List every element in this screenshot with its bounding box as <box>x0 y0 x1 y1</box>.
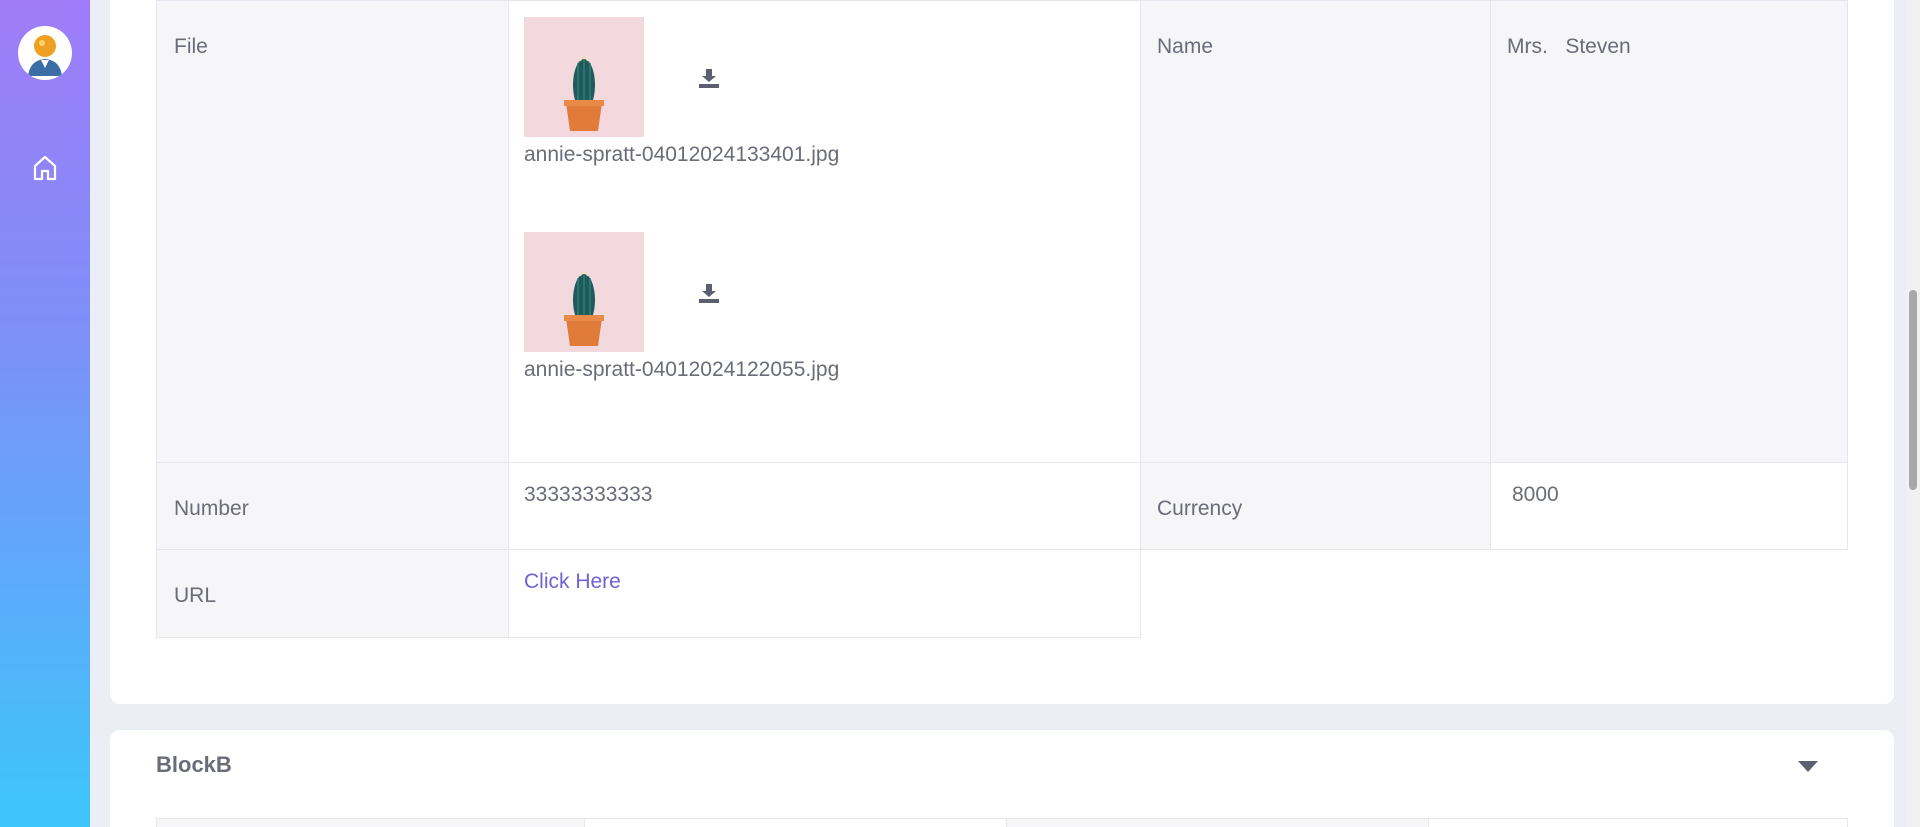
number-label: Number <box>156 462 509 550</box>
cactus-thumbnail-image[interactable] <box>524 17 644 137</box>
cactus-thumbnail-image[interactable] <box>524 232 644 352</box>
vertical-scrollbar[interactable] <box>1906 0 1920 827</box>
file-entry: annie-spratt-04012024133401.jpg <box>524 17 1140 232</box>
url-label: URL <box>156 549 509 638</box>
table-cell <box>1006 819 1428 827</box>
file-name: annie-spratt-04012024122055.jpg <box>524 358 840 381</box>
currency-label: Currency <box>1140 462 1491 550</box>
home-icon[interactable] <box>30 153 60 183</box>
block-a-card: File annie-spratt-04012024133401.jpg ann… <box>110 0 1894 704</box>
detail-table: File annie-spratt-04012024133401.jpg ann… <box>156 0 1848 638</box>
file-entry: annie-spratt-04012024122055.jpg <box>524 232 1140 447</box>
download-icon[interactable] <box>698 67 720 89</box>
table-cell <box>156 819 584 827</box>
scrollbar-thumb[interactable] <box>1909 290 1917 490</box>
block-b-card: BlockB <box>110 730 1894 827</box>
download-icon[interactable] <box>698 282 720 304</box>
user-avatar-icon[interactable] <box>18 26 72 80</box>
name-text: Mrs. Steven <box>1507 35 1631 58</box>
file-label: File <box>156 0 509 463</box>
table-row: URL Click Here <box>156 549 1848 638</box>
sidebar <box>0 0 90 827</box>
number-value: 33333333333 <box>508 462 1141 550</box>
click-here-link[interactable]: Click Here <box>524 570 621 593</box>
empty-cell <box>1140 549 1848 638</box>
caret-down-icon[interactable] <box>1796 758 1820 774</box>
table-row: File annie-spratt-04012024133401.jpg ann… <box>156 0 1848 463</box>
file-value: annie-spratt-04012024133401.jpg annie-sp… <box>508 0 1141 463</box>
table-cell <box>1428 819 1848 827</box>
name-label: Name <box>1140 0 1491 463</box>
block-b-title: BlockB <box>156 752 232 777</box>
name-value: Mrs. Steven <box>1490 0 1848 463</box>
block-b-table-header <box>156 818 1848 827</box>
url-value: Click Here <box>508 549 1141 638</box>
table-cell <box>584 819 1006 827</box>
file-name: annie-spratt-04012024133401.jpg <box>524 143 840 166</box>
table-row: Number 33333333333 Currency 8000 <box>156 462 1848 550</box>
currency-value: 8000 <box>1490 462 1848 550</box>
